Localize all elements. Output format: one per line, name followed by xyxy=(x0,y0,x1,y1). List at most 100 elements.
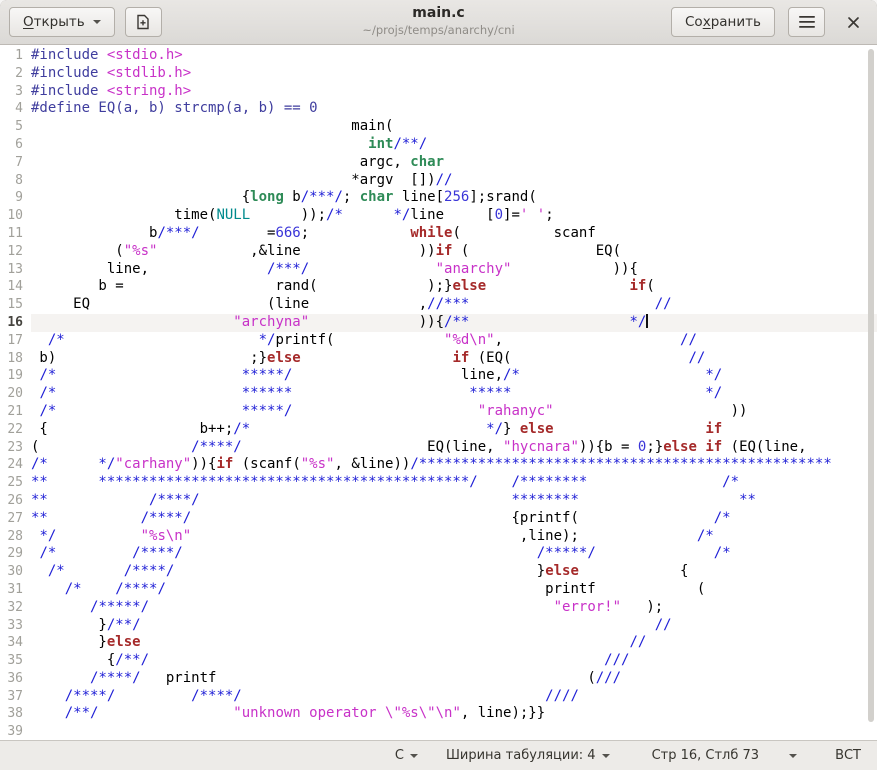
insert-mode-label: ВСТ xyxy=(835,748,861,763)
code-line[interactable]: "archyna" )){/** */ xyxy=(31,314,877,332)
code-line[interactable]: }/**/ // xyxy=(31,617,877,635)
line-number: 2 xyxy=(0,65,23,83)
code-segment: // xyxy=(436,172,453,188)
code-segment: ( scanf xyxy=(452,225,595,241)
line-number: 25 xyxy=(0,474,23,492)
code-segment: /****/ xyxy=(149,492,200,508)
code-segment: /****/ xyxy=(191,439,242,455)
title-area: main.c ~/projs/temps/anarchy/cni xyxy=(362,5,514,37)
code-line[interactable]: /* /****/ printf ( xyxy=(31,581,877,599)
code-line[interactable]: /* *****/ line,/* */ xyxy=(31,367,877,385)
code-line[interactable] xyxy=(31,723,877,740)
code-segment: /****/ xyxy=(141,510,192,526)
tab-width-selector[interactable]: Ширина табуляции: 4 xyxy=(446,748,610,763)
code-line[interactable]: {/**/ /// xyxy=(31,652,877,670)
code-segment: else xyxy=(663,439,697,455)
code-segment: } xyxy=(174,563,545,579)
new-document-button[interactable] xyxy=(125,7,162,37)
code-line[interactable]: time(NULL ));/* */line [0]=' '; xyxy=(31,207,877,225)
code-segment: )){b = xyxy=(579,439,638,455)
code-line[interactable]: main( xyxy=(31,118,877,136)
code-line[interactable]: ** /****/ {printf( /* xyxy=(31,510,877,528)
scrollbar-thumb[interactable] xyxy=(868,49,874,722)
new-document-icon xyxy=(135,14,151,30)
code-segment: printf ( xyxy=(141,670,596,686)
code-line[interactable]: ("%s" ,&line ))if ( EQ( xyxy=(31,243,877,261)
code-segment: /// xyxy=(604,652,629,668)
code-line[interactable]: /* */printf( "%d\n", // xyxy=(31,332,877,350)
code-segment: // xyxy=(655,617,672,633)
text-editor[interactable]: 1234567891011121314151617181920212223242… xyxy=(0,45,877,740)
code-line[interactable]: #include <stdlib.h> xyxy=(31,65,877,83)
code-line[interactable]: /* *****/ "rahanyc" )) xyxy=(31,403,877,421)
code-segment: b = rand( );} xyxy=(31,278,452,294)
code-line[interactable]: line, /***/ "anarchy" )){ xyxy=(31,261,877,279)
code-segment xyxy=(141,617,655,633)
code-segment: /* */ xyxy=(48,332,276,348)
code-line[interactable]: /* */"carhany")){if (scanf("%s", &line))… xyxy=(31,456,877,474)
language-selector[interactable]: C xyxy=(395,748,418,763)
code-segment: ]= xyxy=(503,207,520,223)
code-line[interactable]: /****/ printf (/// xyxy=(31,670,877,688)
code-area[interactable]: #include <stdio.h>#include <stdlib.h>#in… xyxy=(28,45,877,740)
code-line[interactable]: argc, char xyxy=(31,154,877,172)
cursor-position[interactable]: Стр 16, Стлб 73 xyxy=(652,748,760,763)
menu-button[interactable] xyxy=(788,7,825,37)
code-segment xyxy=(478,474,512,490)
code-segment: #define EQ(a, b) strcmp(a, b) == 0 xyxy=(31,100,318,116)
code-segment: ; xyxy=(545,207,553,223)
code-line[interactable]: ** /****/ ******** ** xyxy=(31,492,877,510)
code-line[interactable]: /**/ "unknown operator \"%s\"\n", line);… xyxy=(31,705,877,723)
code-segment: ); xyxy=(621,599,663,615)
chevron-down-icon xyxy=(410,754,418,762)
code-segment xyxy=(31,581,65,597)
code-line[interactable]: /*****/ "error!" ); xyxy=(31,599,877,617)
line-number: 3 xyxy=(0,83,23,101)
goto-line-button[interactable] xyxy=(789,750,797,762)
code-segment: else xyxy=(545,563,579,579)
code-line[interactable]: b) ;}else if (EQ( // xyxy=(31,350,877,368)
code-segment: ** xyxy=(739,492,756,508)
code-line[interactable]: #include <string.h> xyxy=(31,83,877,101)
code-line[interactable]: b = rand( );}else if( xyxy=(31,278,877,296)
code-line[interactable]: #include <stdio.h> xyxy=(31,47,877,65)
code-segment: line [ xyxy=(410,207,494,223)
save-button[interactable]: Сохранить xyxy=(671,7,775,37)
code-line[interactable]: /* /****/ }else { xyxy=(31,563,877,581)
line-number: 11 xyxy=(0,225,23,243)
vertical-scrollbar[interactable] xyxy=(868,49,874,736)
code-line[interactable]: ** *************************************… xyxy=(31,474,877,492)
code-segment: /* */ xyxy=(326,207,410,223)
code-segment: if xyxy=(436,243,453,259)
code-line[interactable]: /* /****/ /*****/ /* xyxy=(31,545,877,563)
line-number-gutter: 1234567891011121314151617181920212223242… xyxy=(0,45,28,740)
code-line[interactable]: int/**/ xyxy=(31,136,877,154)
insert-mode-indicator[interactable]: ВСТ xyxy=(835,748,861,763)
code-line[interactable]: { b++;/* */} else if xyxy=(31,421,877,439)
code-line[interactable]: }else // xyxy=(31,634,877,652)
open-button-label: Открыть xyxy=(23,14,85,30)
code-line[interactable]: b/***/ =666; while( scanf xyxy=(31,225,877,243)
code-segment: "%s" xyxy=(301,456,335,472)
hamburger-menu-icon xyxy=(799,15,815,29)
code-line[interactable]: EQ (line ,//*** // xyxy=(31,296,877,314)
line-number: 8 xyxy=(0,172,23,190)
close-button[interactable] xyxy=(838,7,868,37)
code-line[interactable]: {long b/***/; char line[256];srand( xyxy=(31,189,877,207)
code-segment: time( xyxy=(31,207,216,223)
code-line[interactable]: #define EQ(a, b) strcmp(a, b) == 0 xyxy=(31,100,877,118)
line-number: 30 xyxy=(0,563,23,581)
line-number: 14 xyxy=(0,278,23,296)
code-line[interactable]: */ "%s\n" ,line); /* xyxy=(31,528,877,546)
code-line[interactable]: /* ****** ***** */ xyxy=(31,385,877,403)
code-segment: "error!" xyxy=(554,599,621,615)
code-line[interactable]: ( /****/ EQ(line, "hycnara")){b = 0;}els… xyxy=(31,439,877,457)
code-segment: /* xyxy=(697,528,714,544)
code-segment xyxy=(579,492,739,508)
code-line[interactable]: /****/ /****/ //// xyxy=(31,688,877,706)
code-line[interactable]: *argv [])// xyxy=(31,172,877,190)
code-segment: ; xyxy=(301,225,411,241)
code-segment: } xyxy=(503,421,520,437)
code-segment: ( xyxy=(31,439,191,455)
open-button[interactable]: Открыть xyxy=(9,7,115,37)
